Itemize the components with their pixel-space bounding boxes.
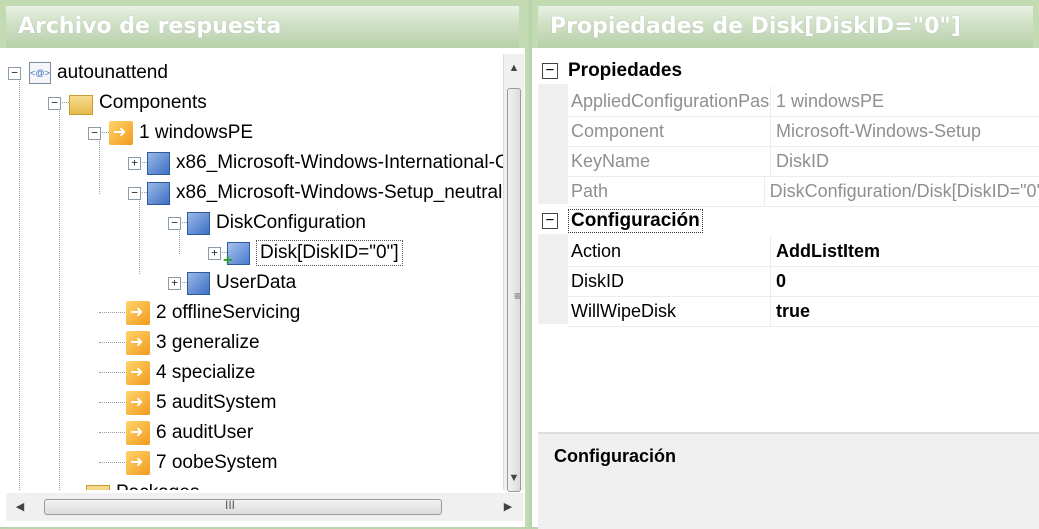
tree-item-international-core[interactable]: + x86_Microsoft-Windows-International-Co…	[126, 148, 503, 178]
property-row[interactable]: DiskID 0	[568, 266, 1039, 297]
property-key: Component	[568, 116, 771, 146]
answer-file-tree[interactable]: − <@> autounattend − Components − 1 wind…	[6, 54, 503, 490]
component-icon	[187, 271, 210, 295]
scroll-thumb[interactable]: ≡	[507, 88, 521, 492]
tree-item-autounattend[interactable]: − <@> autounattend	[6, 58, 168, 88]
tree-item-label: 3 generalize	[156, 332, 260, 353]
scroll-left-icon[interactable]: ◀	[10, 500, 30, 513]
tree-item-diskconfiguration[interactable]: − DiskConfiguration	[166, 208, 366, 238]
folder-icon	[69, 95, 93, 115]
expand-icon[interactable]: +	[208, 246, 221, 260]
property-value: DiskConfiguration/Disk[DiskID="0"]	[769, 180, 1039, 201]
properties-panel: Propiedades de Disk[DiskID="0"] − Propie…	[532, 0, 1039, 529]
property-key: KeyName	[568, 146, 771, 176]
description-pane: Configuración	[538, 432, 1039, 529]
pass-icon	[126, 361, 150, 385]
tree-item-label: Packages	[116, 482, 199, 490]
property-key: DiskID	[568, 266, 771, 296]
component-icon	[147, 151, 170, 175]
tree-horizontal-scrollbar[interactable]: ◀ III ▶	[6, 493, 523, 521]
tree-item-label: x86_Microsoft-Windows-Setup_neutral	[176, 182, 503, 203]
scroll-down-icon[interactable]: ▼	[504, 472, 524, 484]
tree-item-label: 5 auditSystem	[156, 392, 277, 413]
tree-item-label: DiskConfiguration	[216, 212, 366, 233]
pass-icon	[126, 301, 150, 325]
property-row[interactable]: Path DiskConfiguration/Disk[DiskID="0"]	[568, 176, 1039, 207]
property-value: Microsoft-Windows-Setup	[776, 120, 982, 141]
pass-icon	[126, 331, 150, 355]
tree-item-label: 2 offlineServicing	[156, 302, 301, 323]
category-propiedades[interactable]: − Propiedades	[538, 56, 1039, 86]
pass-icon	[126, 421, 150, 445]
property-row[interactable]: KeyName DiskID	[568, 146, 1039, 177]
answer-file-title: Archivo de respuesta	[0, 0, 525, 48]
category-configuracion[interactable]: − Configuración	[538, 206, 1039, 236]
scroll-right-icon[interactable]: ▶	[498, 500, 518, 513]
property-key: Path	[568, 176, 765, 206]
tree-item-packages[interactable]: Packages	[86, 478, 199, 490]
property-grid[interactable]: − Propiedades AppliedConfigurationPass 1…	[538, 54, 1039, 426]
property-key: WillWipeDisk	[568, 296, 771, 326]
tree-item-label: 7 oobeSystem	[156, 452, 278, 473]
property-key: AppliedConfigurationPass	[568, 86, 771, 116]
tree-item-label: 1 windowsPE	[139, 122, 254, 143]
tree-item-label: Components	[99, 92, 207, 113]
grip-icon: ≡	[514, 289, 522, 303]
tree-item-label: UserData	[216, 272, 297, 293]
expand-icon[interactable]: +	[168, 276, 181, 290]
collapse-icon[interactable]: −	[88, 126, 101, 140]
tree-item-disk[interactable]: + Disk[DiskID="0"]	[206, 238, 403, 270]
tree-item-label: 4 specialize	[156, 362, 256, 383]
tree-item-auditsystem[interactable]: 5 auditSystem	[126, 388, 276, 418]
grip-icon: III	[225, 498, 236, 512]
description-title: Configuración	[554, 446, 676, 466]
tree-item-specialize[interactable]: 4 specialize	[126, 358, 255, 388]
tree-item-label: autounattend	[57, 62, 168, 83]
component-icon	[147, 181, 170, 205]
property-row[interactable]: WillWipeDisk true	[568, 296, 1039, 327]
pass-icon	[126, 451, 150, 475]
component-icon	[187, 211, 210, 235]
tree-item-offlineservicing[interactable]: 2 offlineServicing	[126, 298, 300, 328]
property-key: Action	[568, 236, 771, 266]
category-label: Configuración	[568, 209, 703, 233]
tree-item-audituser[interactable]: 6 auditUser	[126, 418, 253, 448]
collapse-icon[interactable]: −	[128, 186, 141, 200]
tree-item-oobesystem[interactable]: 7 oobeSystem	[126, 448, 277, 478]
property-row[interactable]: AppliedConfigurationPass 1 windowsPE	[568, 86, 1039, 117]
category-label: Propiedades	[568, 60, 683, 81]
disk-icon	[223, 241, 250, 270]
property-value: DiskID	[776, 150, 829, 171]
tree-item-windows-setup[interactable]: − x86_Microsoft-Windows-Setup_neutral	[126, 178, 502, 208]
tree-item-generalize[interactable]: 3 generalize	[126, 328, 260, 358]
collapse-icon[interactable]: −	[542, 63, 558, 79]
tree-item-label: x86_Microsoft-Windows-International-Core…	[176, 152, 503, 173]
answer-file-panel: Archivo de respuesta − <@> autounattend …	[0, 0, 529, 527]
collapse-icon[interactable]: −	[542, 213, 558, 229]
tree-item-components[interactable]: − Components	[46, 88, 207, 118]
properties-title: Propiedades de Disk[DiskID="0"]	[532, 0, 1039, 48]
tree-item-userdata[interactable]: + UserData	[166, 268, 296, 298]
property-value[interactable]: true	[771, 301, 810, 322]
tree-item-windowspe[interactable]: − 1 windowsPE	[86, 118, 253, 148]
scroll-up-icon[interactable]: ▲	[504, 62, 524, 74]
pass-icon	[109, 121, 133, 145]
scroll-thumb[interactable]: III	[44, 498, 442, 515]
tree-item-label: 6 auditUser	[156, 422, 254, 443]
property-value[interactable]: AddListItem	[771, 241, 880, 262]
collapse-icon[interactable]: −	[48, 96, 61, 110]
expand-icon[interactable]: +	[128, 156, 141, 170]
property-value[interactable]: 0	[771, 271, 786, 292]
property-row[interactable]: Action AddListItem	[568, 236, 1039, 267]
collapse-icon[interactable]: −	[168, 216, 181, 230]
property-row[interactable]: Component Microsoft-Windows-Setup	[568, 116, 1039, 147]
tree-vertical-scrollbar[interactable]: ▲ ≡ ▼	[503, 54, 524, 492]
property-value: 1 windowsPE	[776, 90, 885, 111]
pass-icon	[126, 391, 150, 415]
xml-file-icon: <@>	[29, 62, 51, 84]
collapse-icon[interactable]: −	[8, 66, 21, 80]
folder-icon	[86, 485, 110, 490]
tree-item-label-selected: Disk[DiskID="0"]	[256, 240, 403, 266]
